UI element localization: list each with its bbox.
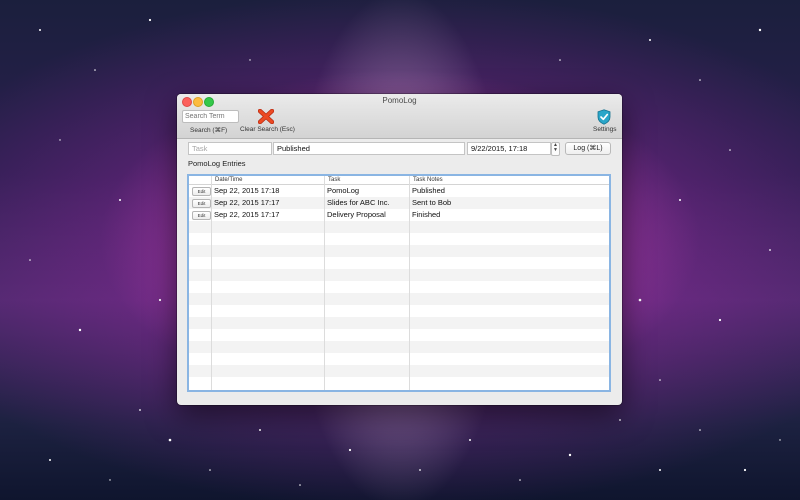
empty-row [189, 269, 609, 281]
datetime-picker[interactable]: 9/22/2015, 17:18 [467, 142, 551, 155]
stepper-down-icon[interactable]: ▼ [552, 148, 559, 153]
row-datetime: Sep 22, 2015 17:18 [214, 186, 280, 195]
empty-row [189, 353, 609, 365]
search-input[interactable] [182, 110, 239, 123]
toolbar: PomoLog Search (⌘F) Clear Search (Esc) S… [177, 94, 622, 139]
column-divider [324, 176, 325, 390]
entries-heading: PomoLog Entries [188, 159, 246, 168]
table-row[interactable]: Edit Sep 22, 2015 17:17 Slides for ABC I… [189, 197, 609, 209]
column-header-task[interactable]: Task [328, 176, 340, 184]
table-row[interactable]: Edit Sep 22, 2015 17:17 Delivery Proposa… [189, 209, 609, 221]
empty-row [189, 293, 609, 305]
clear-search-icon[interactable] [258, 109, 274, 124]
empty-row [189, 257, 609, 269]
empty-row [189, 221, 609, 233]
task-notes-input[interactable]: Published [273, 142, 465, 155]
edit-button[interactable]: Edit [192, 187, 211, 196]
entries-table[interactable]: Date/Time Task Task Notes Edit Sep 22, 2… [187, 174, 611, 392]
empty-row [189, 245, 609, 257]
empty-row [189, 317, 609, 329]
edit-button[interactable]: Edit [192, 211, 211, 220]
column-divider [211, 176, 212, 390]
empty-row [189, 233, 609, 245]
column-header-datetime[interactable]: Date/Time [215, 176, 242, 184]
empty-row [189, 281, 609, 293]
task-input[interactable]: Task [188, 142, 272, 155]
empty-row [189, 377, 609, 389]
log-button[interactable]: Log (⌘L) [565, 142, 611, 155]
row-datetime: Sep 22, 2015 17:17 [214, 198, 280, 207]
edit-button[interactable]: Edit [192, 199, 211, 208]
column-divider [409, 176, 410, 390]
empty-row [189, 329, 609, 341]
settings-label: Settings [593, 126, 617, 133]
column-header-notes[interactable]: Task Notes [413, 176, 443, 184]
datetime-stepper[interactable]: ▲ ▼ [551, 142, 560, 156]
search-label: Search (⌘F) [190, 127, 228, 134]
empty-row [189, 305, 609, 317]
window-title: PomoLog [382, 96, 417, 105]
row-notes: Finished [412, 210, 441, 219]
row-notes: Published [412, 186, 445, 195]
row-task: PomoLog [327, 186, 360, 195]
row-task: Slides for ABC Inc. [327, 198, 390, 207]
empty-row [189, 341, 609, 353]
settings-shield-icon[interactable] [597, 109, 611, 125]
table-header: Date/Time Task Task Notes [189, 176, 609, 185]
empty-row [189, 365, 609, 377]
pomolog-window: PomoLog Search (⌘F) Clear Search (Esc) S… [177, 94, 622, 405]
row-task: Delivery Proposal [327, 210, 386, 219]
row-datetime: Sep 22, 2015 17:17 [214, 210, 280, 219]
table-row[interactable]: Edit Sep 22, 2015 17:18 PomoLog Publishe… [189, 185, 609, 197]
clear-search-label: Clear Search (Esc) [240, 126, 295, 133]
row-notes: Sent to Bob [412, 198, 452, 207]
